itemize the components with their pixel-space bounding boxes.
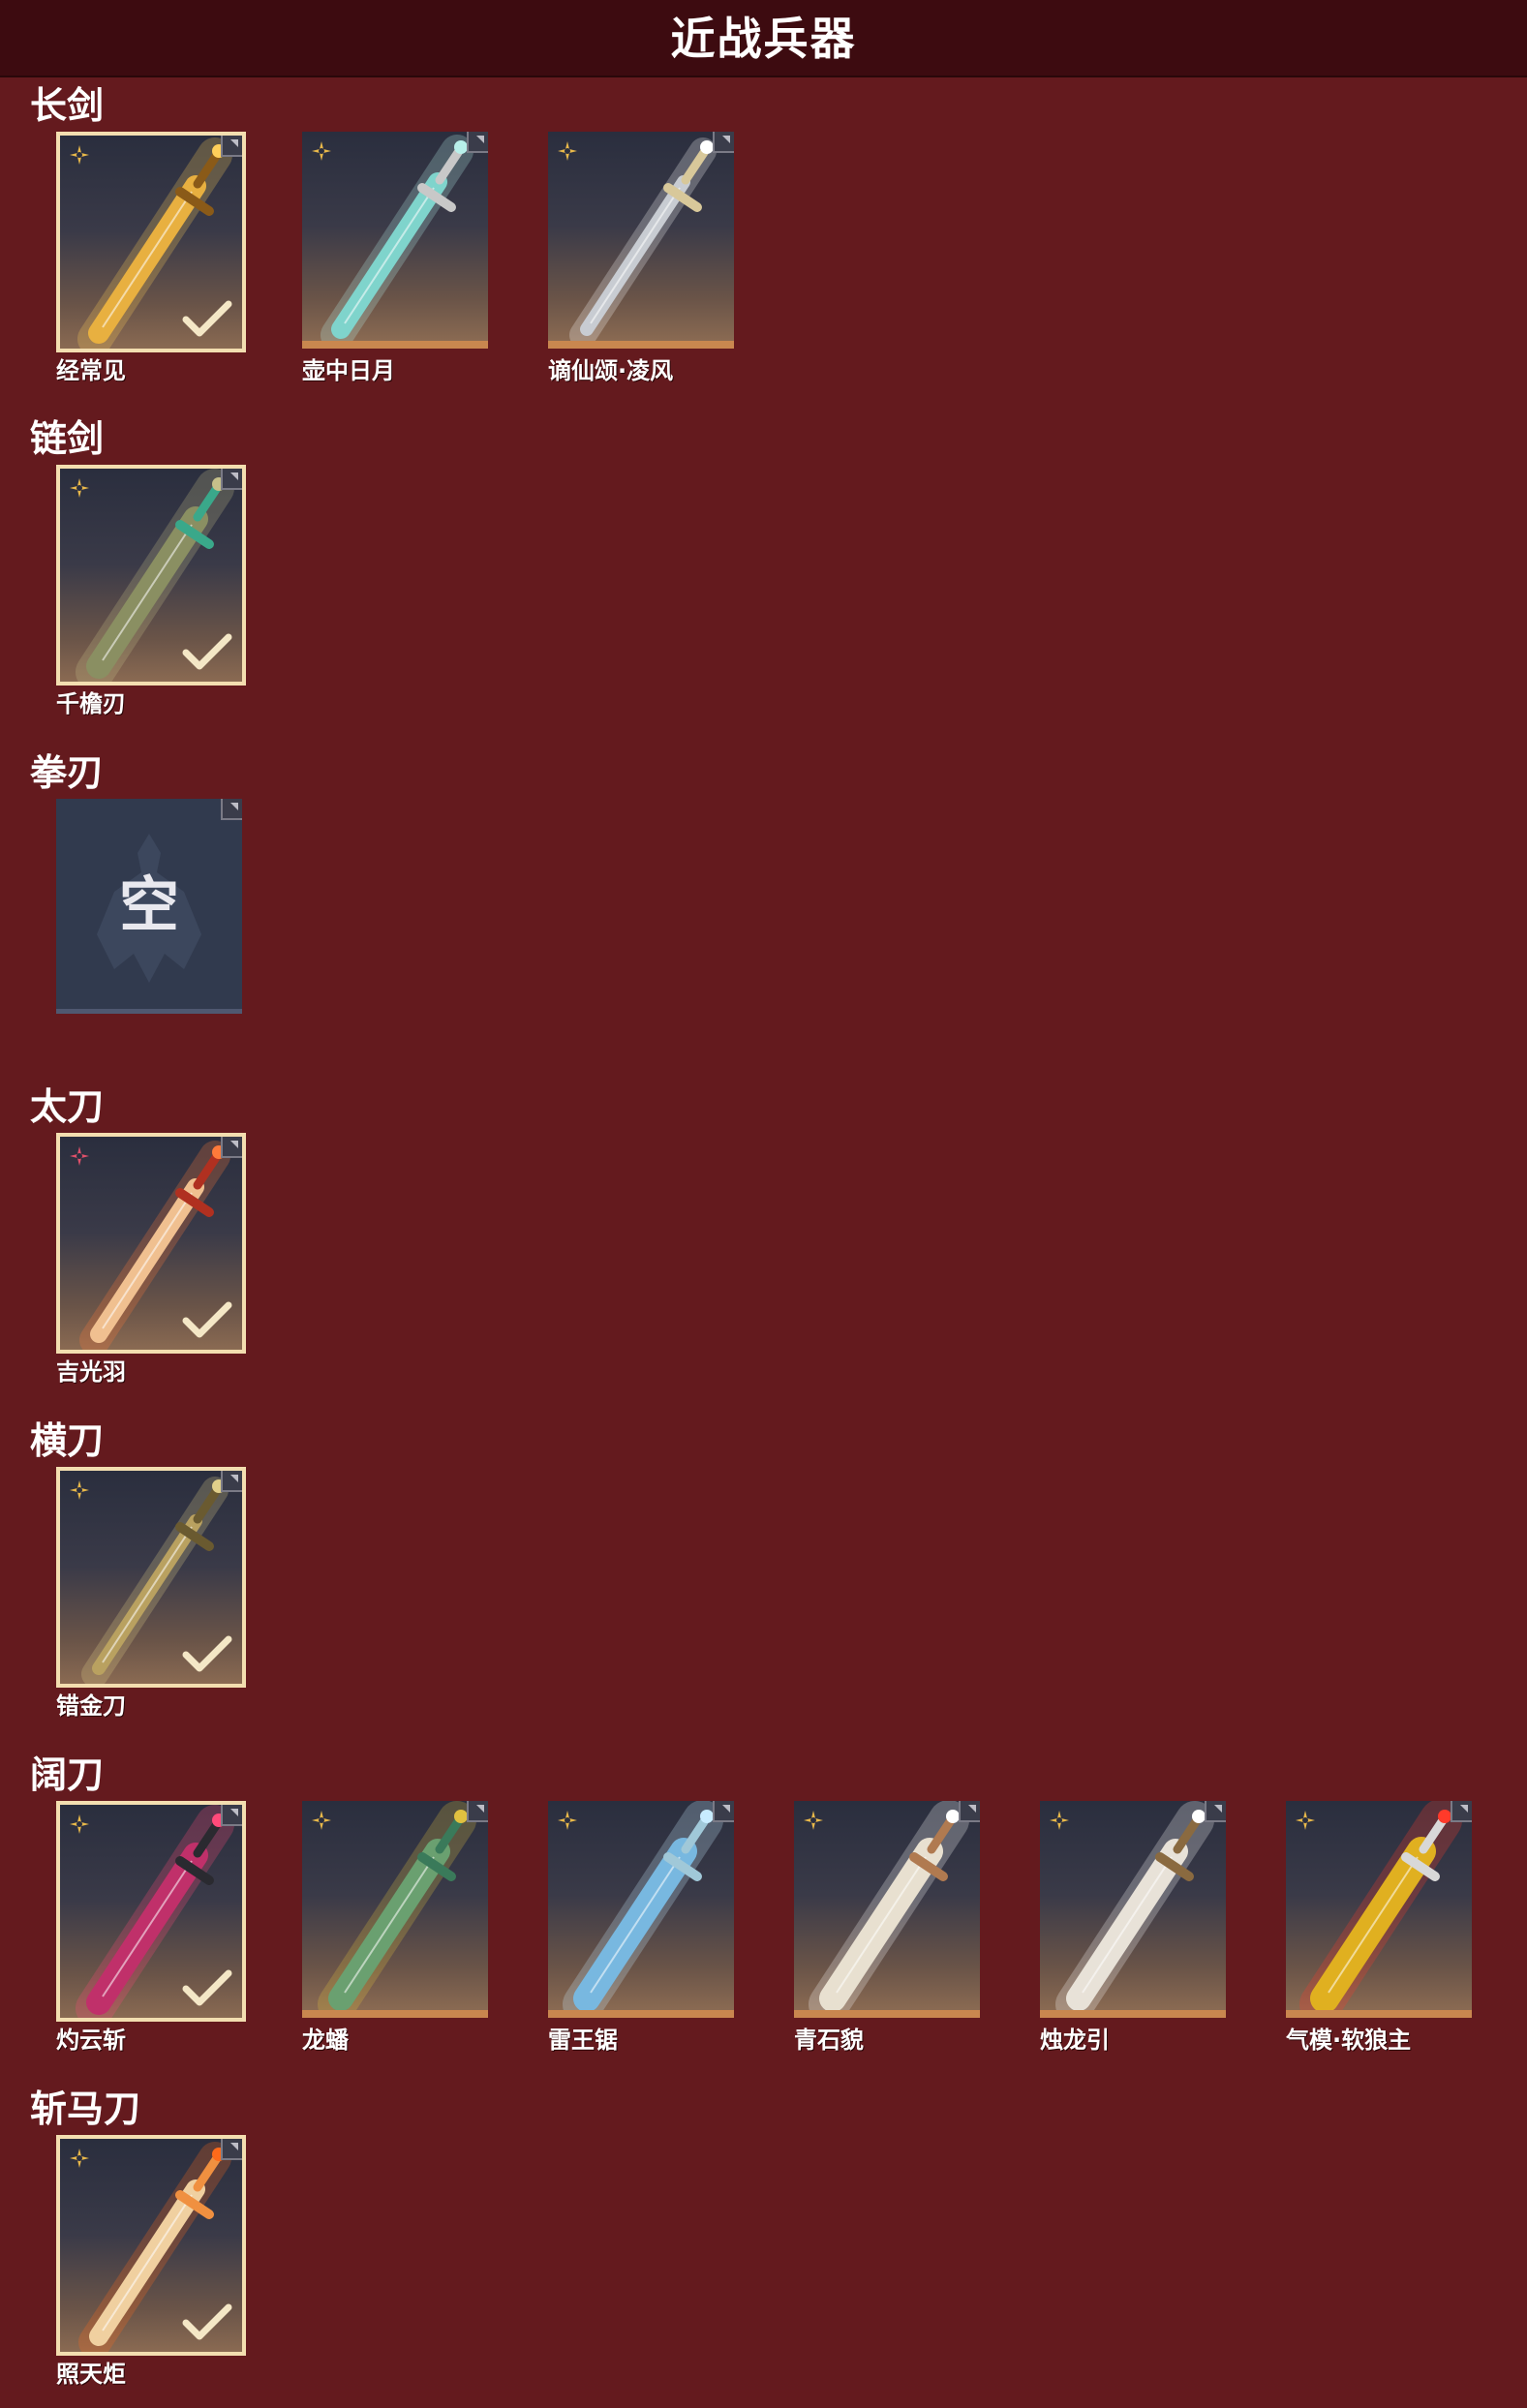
weapon-thumbnail <box>56 132 246 352</box>
checkmark-icon <box>182 300 232 337</box>
checkmark-icon <box>182 1635 232 1672</box>
checkmark-icon <box>182 2303 232 2340</box>
weapon-thumbnail <box>794 1801 980 2018</box>
corner-fold-icon <box>1205 1801 1226 1822</box>
corner-fold-icon <box>1451 1801 1472 1822</box>
gold-star-icon <box>70 2149 89 2168</box>
checkmark-icon <box>182 633 232 670</box>
weapon-thumbnail: 空 <box>56 799 242 1014</box>
weapon-name: 经常见 <box>56 357 126 384</box>
weapon-art-icon <box>569 137 717 341</box>
weapon-name: 青石貌 <box>794 2027 864 2054</box>
corner-fold-icon <box>221 1805 242 1826</box>
gold-star-icon <box>804 1811 823 1830</box>
weapon-thumbnail <box>1286 1801 1472 2018</box>
corner-fold-icon <box>221 469 242 490</box>
gold-star-icon <box>70 478 89 498</box>
gold-star-icon <box>558 1811 577 1830</box>
corner-fold-icon <box>221 2139 242 2160</box>
weapon-art-icon <box>563 1801 723 2010</box>
section-title: 拳刃 <box>30 751 105 794</box>
gold-star-icon <box>70 1814 89 1834</box>
weapon-name: 吉光羽 <box>56 1358 126 1386</box>
corner-fold-icon <box>221 1471 242 1492</box>
weapon-name: 谪仙颂·凌风 <box>548 357 674 384</box>
page-header: 近战兵器 <box>0 0 1527 77</box>
weapon-thumbnail <box>302 132 488 349</box>
empty-slot-label: 空 <box>118 869 179 940</box>
weapon-name: 雷王锯 <box>548 2027 618 2054</box>
gold-star-icon <box>312 1811 331 1830</box>
corner-fold-icon <box>959 1801 980 1822</box>
section-title: 太刀 <box>30 1085 105 1128</box>
weapon-art-icon <box>809 1801 969 2010</box>
weapon-art-icon <box>321 135 473 341</box>
gold-star-icon <box>70 1480 89 1500</box>
corner-fold-icon <box>713 132 734 153</box>
weapon-thumbnail <box>56 1801 246 2022</box>
page-title: 近战兵器 <box>670 13 857 65</box>
corner-fold-icon <box>221 799 242 820</box>
section-title: 斩马刀 <box>30 2088 141 2130</box>
weapon-thumbnail <box>302 1801 488 2018</box>
weapon-art-icon <box>1299 1801 1462 2010</box>
weapon-name: 烛龙引 <box>1040 2027 1110 2054</box>
corner-fold-icon <box>467 1801 488 1822</box>
weapon-art-icon <box>1055 1801 1214 2010</box>
weapon-thumbnail <box>1040 1801 1226 2018</box>
weapon-name: 照天炬 <box>56 2361 126 2388</box>
weapon-name: 错金刀 <box>56 1692 126 1720</box>
corner-fold-icon <box>713 1801 734 1822</box>
checkmark-icon <box>182 1301 232 1338</box>
weapon-thumbnail <box>56 2135 246 2356</box>
weapon-art-icon <box>318 1801 476 2010</box>
corner-fold-icon <box>221 1137 242 1158</box>
gold-star-icon <box>312 141 331 161</box>
weapon-thumbnail <box>548 1801 734 2018</box>
weapon-name: 千檐刃 <box>56 690 126 717</box>
corner-fold-icon <box>221 136 242 157</box>
weapon-name: 龙蟠 <box>302 2027 349 2054</box>
weapon-thumbnail <box>56 1467 246 1688</box>
gold-star-icon <box>558 141 577 161</box>
weapon-name: 气模·软狼主 <box>1286 2027 1412 2054</box>
gold-star-icon <box>1050 1811 1069 1830</box>
weapon-name: 灼云斩 <box>56 2027 126 2054</box>
section-title: 链剑 <box>30 417 105 460</box>
weapon-thumbnail <box>56 1133 246 1354</box>
section-title: 横刀 <box>30 1419 105 1462</box>
section-title: 阔刀 <box>30 1753 105 1796</box>
red-star-icon <box>70 1146 89 1166</box>
corner-fold-icon <box>467 132 488 153</box>
weapon-thumbnail <box>56 465 246 686</box>
weapon-name: 壶中日月 <box>302 357 395 384</box>
weapon-thumbnail <box>548 132 734 349</box>
gold-star-icon <box>70 145 89 165</box>
checkmark-icon <box>182 1969 232 2006</box>
section-title: 长剑 <box>30 84 105 127</box>
gold-star-icon <box>1296 1811 1315 1830</box>
